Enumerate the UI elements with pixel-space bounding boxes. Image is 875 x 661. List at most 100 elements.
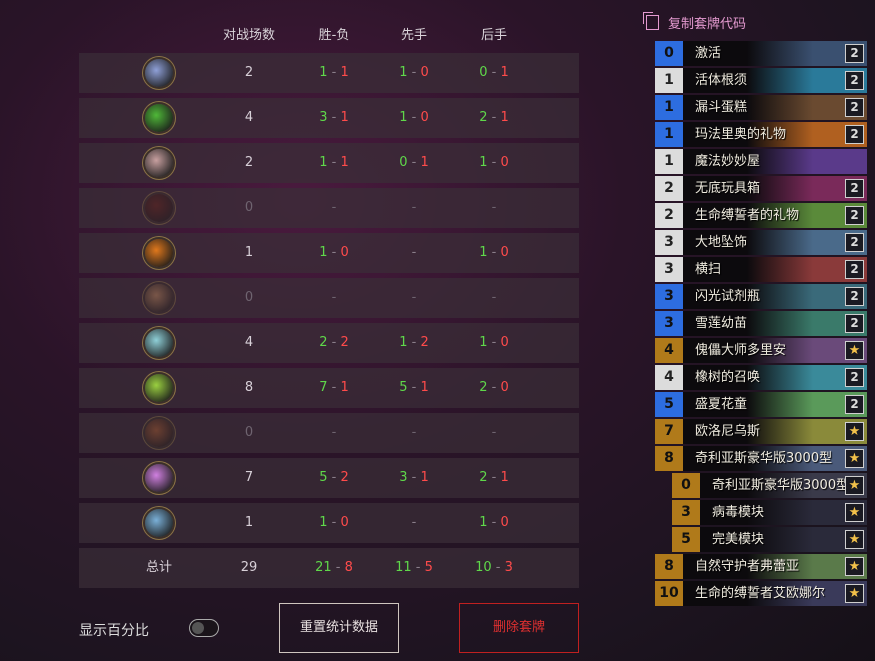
card-cost: 10 bbox=[655, 581, 683, 606]
card-cost: 5 bbox=[672, 527, 700, 552]
first-record: 5 - 1 bbox=[399, 380, 429, 395]
priest-icon bbox=[145, 464, 173, 492]
card-cost: 8 bbox=[655, 446, 683, 471]
card-name: 生命的缚誓者艾欧娜尔 bbox=[695, 586, 826, 601]
first-record-losses: 0 bbox=[420, 65, 429, 80]
header-win-loss: 胜-负 bbox=[318, 28, 350, 43]
second-record-wins: 0 bbox=[479, 65, 488, 80]
win-loss: - bbox=[331, 425, 337, 440]
card-cost: 4 bbox=[655, 338, 683, 363]
win-loss: 7 - 1 bbox=[319, 380, 349, 395]
deck-card[interactable]: 4 橡树的召唤 2 bbox=[655, 365, 867, 390]
first-record: - bbox=[411, 200, 417, 215]
card-count: 2 bbox=[845, 179, 864, 198]
legendary-star-icon: ★ bbox=[845, 557, 864, 576]
second-record-wins: 2 bbox=[479, 470, 488, 485]
win-loss: - bbox=[331, 290, 337, 305]
second-record-losses: 1 bbox=[500, 110, 509, 125]
card-name: 魔法妙妙屋 bbox=[695, 154, 761, 169]
deck-card[interactable]: 1 玛法里奥的礼物 2 bbox=[655, 122, 867, 147]
deck-card[interactable]: 3 雪莲幼苗 2 bbox=[655, 311, 867, 336]
second-record-wins: 2 bbox=[479, 380, 488, 395]
card-count: 2 bbox=[845, 71, 864, 90]
reset-stats-button[interactable]: 重置统计数据 bbox=[279, 603, 399, 653]
copy-deck-code-link[interactable]: 复制套牌代码 bbox=[643, 12, 747, 32]
total-first-losses: 5 bbox=[424, 560, 433, 575]
deck-card[interactable]: 10 生命的缚誓者艾欧娜尔 ★ bbox=[655, 581, 867, 606]
show-percent-toggle[interactable] bbox=[189, 619, 219, 637]
total-first-wins: 11 bbox=[395, 560, 412, 575]
card-count: 2 bbox=[845, 98, 864, 117]
table-row: 2 1 - 1 0 - 1 1 - 0 bbox=[79, 143, 579, 183]
deck-card[interactable]: 2 生命缚誓者的礼物 2 bbox=[655, 203, 867, 228]
paladin-icon bbox=[145, 329, 173, 357]
deck-card[interactable]: 0 激活 2 bbox=[655, 41, 867, 66]
card-name: 欧洛尼乌斯 bbox=[695, 424, 761, 439]
delete-deck-button[interactable]: 删除套牌 bbox=[459, 603, 579, 653]
second-record: - bbox=[491, 425, 497, 440]
deck-card[interactable]: 4 傀儡大师多里安 ★ bbox=[655, 338, 867, 363]
warrior-icon bbox=[145, 239, 173, 267]
card-cost: 1 bbox=[655, 149, 683, 174]
deck-card[interactable]: 1 活体根须 2 bbox=[655, 68, 867, 93]
deck-card[interactable]: 8 奇利亚斯豪华版3000型 ★ bbox=[655, 446, 867, 471]
deck-card[interactable]: 1 漏斗蛋糕 2 bbox=[655, 95, 867, 120]
total-second-losses: 3 bbox=[504, 560, 513, 575]
card-count: 2 bbox=[845, 206, 864, 225]
legendary-star-icon: ★ bbox=[845, 449, 864, 468]
deck-card[interactable]: 1 魔法妙妙屋 bbox=[655, 149, 867, 174]
second-record: 1 - 0 bbox=[479, 245, 509, 260]
card-cost: 3 bbox=[655, 230, 683, 255]
legendary-star-icon: ★ bbox=[845, 530, 864, 549]
win-loss-wins: 7 bbox=[319, 380, 328, 395]
copy-deck-code-label: 复制套牌代码 bbox=[668, 17, 747, 32]
card-name: 激活 bbox=[695, 46, 722, 61]
first-record-wins: 1 bbox=[399, 335, 408, 350]
first-record-wins: 1 bbox=[399, 110, 408, 125]
second-record: 1 - 0 bbox=[479, 335, 509, 350]
deck-card[interactable]: 3 大地坠饰 2 bbox=[655, 230, 867, 255]
second-record: - bbox=[491, 290, 497, 305]
druid-icon bbox=[145, 374, 173, 402]
win-loss: 5 - 2 bbox=[319, 470, 349, 485]
win-loss-losses: 1 bbox=[340, 155, 349, 170]
table-row: 8 7 - 1 5 - 1 2 - 0 bbox=[79, 368, 579, 408]
deck-card[interactable]: 5 盛夏花童 2 bbox=[655, 392, 867, 417]
card-name: 奇利亚斯豪华版3000型 bbox=[695, 451, 833, 466]
card-count: 2 bbox=[845, 44, 864, 63]
second-record-losses: 1 bbox=[500, 65, 509, 80]
hunter-icon bbox=[145, 104, 173, 132]
table-row: 4 3 - 1 1 - 0 2 - 1 bbox=[79, 98, 579, 138]
header-games: 对战场数 bbox=[222, 28, 275, 43]
win-loss-wins: 1 bbox=[319, 245, 328, 260]
first-record-wins: 3 bbox=[399, 470, 408, 485]
header-first: 先手 bbox=[400, 28, 427, 43]
card-cost: 1 bbox=[655, 122, 683, 147]
deck-card[interactable]: 5 完美模块 ★ bbox=[672, 527, 867, 552]
second-record: 2 - 1 bbox=[479, 110, 509, 125]
deck-card[interactable]: 2 无底玩具箱 2 bbox=[655, 176, 867, 201]
win-loss-wins: 1 bbox=[319, 515, 328, 530]
second-record: 0 - 1 bbox=[479, 65, 509, 80]
card-count: 2 bbox=[845, 395, 864, 414]
table-row: 0 - - - bbox=[79, 278, 579, 318]
card-name: 橡树的召唤 bbox=[695, 370, 761, 385]
rogue-icon bbox=[145, 284, 173, 312]
card-name: 盛夏花童 bbox=[695, 397, 748, 412]
games-played: 4 bbox=[244, 335, 254, 350]
deck-card[interactable]: 8 自然守护者弗蕾亚 ★ bbox=[655, 554, 867, 579]
deck-card[interactable]: 7 欧洛尼乌斯 ★ bbox=[655, 419, 867, 444]
second-record: - bbox=[491, 200, 497, 215]
deck-card[interactable]: 3 病毒模块 ★ bbox=[672, 500, 867, 525]
second-record-wins: 2 bbox=[479, 110, 488, 125]
card-cost: 8 bbox=[655, 554, 683, 579]
deck-card[interactable]: 3 闪光试剂瓶 2 bbox=[655, 284, 867, 309]
second-record-losses: 0 bbox=[500, 515, 509, 530]
total-win-loss: 21 - 8 bbox=[315, 560, 353, 575]
total-second: 10 - 3 bbox=[475, 560, 513, 575]
deck-card[interactable]: 0 奇利亚斯豪华版3000型 ★ bbox=[672, 473, 867, 498]
card-name: 奇利亚斯豪华版3000型 bbox=[712, 478, 850, 493]
deck-card[interactable]: 3 横扫 2 bbox=[655, 257, 867, 282]
card-cost: 3 bbox=[672, 500, 700, 525]
games-played: 1 bbox=[244, 245, 254, 260]
